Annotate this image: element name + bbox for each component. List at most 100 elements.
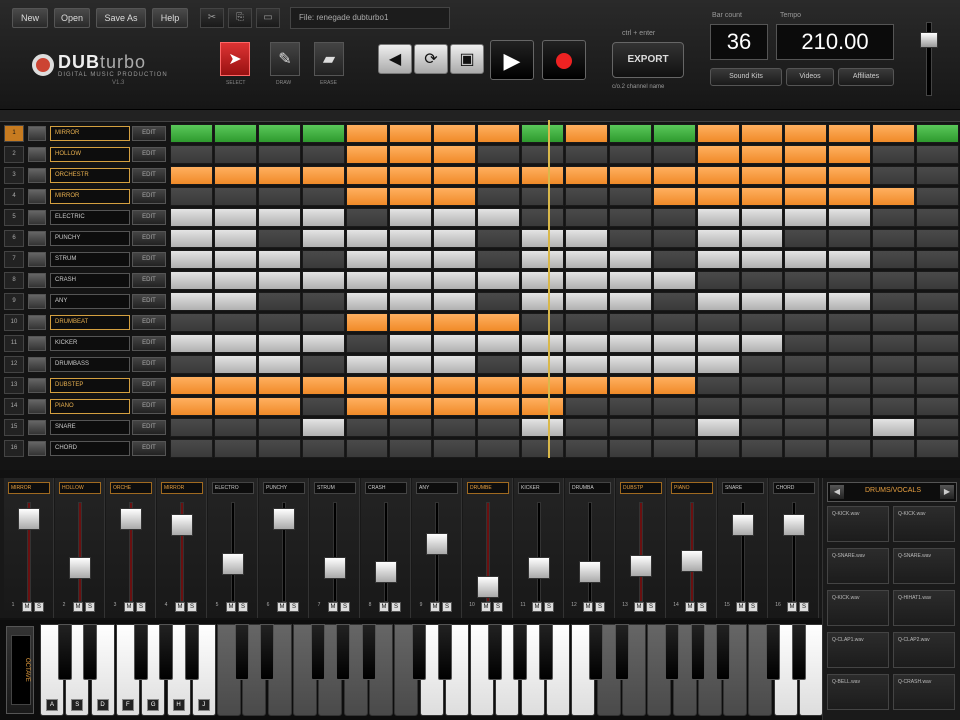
channel-fader[interactable] [477, 576, 499, 599]
pattern-cell[interactable] [872, 187, 916, 206]
track-mute-button[interactable] [28, 168, 46, 183]
pattern-cell[interactable] [477, 124, 521, 143]
pattern-cell[interactable] [389, 313, 433, 332]
pattern-cell[interactable] [170, 145, 213, 164]
prev-category-icon[interactable]: ◀ [830, 485, 844, 499]
pattern-cell[interactable] [652, 334, 696, 353]
master-volume-knob[interactable] [920, 32, 938, 48]
track-edit-button[interactable]: EDIT [132, 252, 166, 267]
channel-solo-button[interactable]: S [289, 602, 299, 612]
pattern-cell[interactable] [608, 124, 652, 143]
pattern-cell[interactable] [477, 439, 521, 458]
channel-solo-button[interactable]: S [340, 602, 350, 612]
pattern-cell[interactable] [740, 355, 784, 374]
pattern-cell[interactable] [301, 439, 345, 458]
pattern-cell[interactable] [696, 292, 740, 311]
channel-fader[interactable] [222, 552, 244, 575]
pattern-cell[interactable] [170, 271, 213, 290]
pattern-cell[interactable] [828, 250, 872, 269]
sample-button[interactable]: Q-CLAP1.wav [827, 632, 889, 668]
channel-mute-button[interactable]: M [175, 602, 185, 612]
pattern-cell[interactable] [213, 271, 257, 290]
pattern-cell[interactable] [740, 376, 784, 395]
pattern-cell[interactable] [828, 208, 872, 227]
track-name[interactable]: CHORD [50, 441, 130, 456]
pattern-cell[interactable] [916, 334, 959, 353]
track-edit-button[interactable]: EDIT [132, 231, 166, 246]
pattern-cell[interactable] [740, 166, 784, 185]
pattern-cell[interactable] [170, 313, 213, 332]
pattern-cell[interactable] [565, 229, 608, 248]
pattern-cell[interactable] [784, 334, 828, 353]
pattern-cell[interactable] [916, 355, 959, 374]
pattern-cell[interactable] [696, 271, 740, 290]
pattern-cell[interactable] [477, 313, 521, 332]
track-name[interactable]: HOLLOW [50, 147, 130, 162]
channel-mute-button[interactable]: M [328, 602, 338, 612]
track-number[interactable]: 9 [4, 293, 24, 310]
pattern-cell[interactable] [257, 208, 301, 227]
pattern-cell[interactable] [389, 124, 433, 143]
videos-button[interactable]: Videos [786, 68, 834, 86]
pattern-cell[interactable] [565, 250, 608, 269]
pattern-cell[interactable] [696, 145, 740, 164]
pattern-cell[interactable] [740, 124, 784, 143]
pattern-cell[interactable] [916, 313, 959, 332]
piano-black-key[interactable] [538, 624, 553, 680]
channel-mute-button[interactable]: M [22, 602, 32, 612]
channel-solo-button[interactable]: S [748, 602, 758, 612]
pattern-cell[interactable] [257, 145, 301, 164]
pattern-cell[interactable] [301, 166, 345, 185]
pattern-cell[interactable] [433, 250, 477, 269]
pattern-cell[interactable] [828, 418, 872, 437]
pattern-cell[interactable] [696, 124, 740, 143]
sample-button[interactable]: Q-SNARE.wav [827, 548, 889, 584]
pattern-cell[interactable] [608, 334, 652, 353]
pattern-cell[interactable] [696, 166, 740, 185]
pattern-cell[interactable] [784, 271, 828, 290]
track-mute-button[interactable] [28, 252, 46, 267]
pattern-cell[interactable] [477, 376, 521, 395]
cut-icon[interactable]: ✂ [200, 8, 224, 28]
pattern-cell[interactable] [784, 292, 828, 311]
play-button[interactable]: ▶ [490, 40, 534, 80]
pattern-cell[interactable] [784, 208, 828, 227]
pattern-cell[interactable] [521, 229, 564, 248]
sample-button[interactable]: Q-KICK.wav [827, 506, 889, 542]
pattern-cell[interactable] [872, 355, 916, 374]
pattern-cell[interactable] [652, 397, 696, 416]
pattern-cell[interactable] [389, 271, 433, 290]
pattern-cell[interactable] [170, 418, 213, 437]
pattern-cell[interactable] [170, 439, 213, 458]
track-number[interactable]: 13 [4, 377, 24, 394]
pattern-cell[interactable] [389, 418, 433, 437]
sample-category-selector[interactable]: ◀ DRUMS/VOCALS ▶ [827, 482, 957, 502]
pattern-cell[interactable] [872, 145, 916, 164]
pattern-cell[interactable] [784, 397, 828, 416]
pattern-cell[interactable] [257, 439, 301, 458]
track-mute-button[interactable] [28, 210, 46, 225]
pattern-cell[interactable] [301, 376, 345, 395]
pattern-cell[interactable] [696, 376, 740, 395]
channel-solo-button[interactable]: S [238, 602, 248, 612]
pattern-cell[interactable] [608, 187, 652, 206]
pattern-cell[interactable] [345, 439, 389, 458]
track-mute-button[interactable] [28, 294, 46, 309]
channel-mute-button[interactable]: M [73, 602, 83, 612]
pattern-cell[interactable] [170, 124, 213, 143]
track-name[interactable]: PIANO [50, 399, 130, 414]
track-name[interactable]: MIRROR [50, 189, 130, 204]
pattern-cell[interactable] [652, 187, 696, 206]
track-name[interactable]: ORCHESTR [50, 168, 130, 183]
pattern-cell[interactable] [608, 229, 652, 248]
track-edit-button[interactable]: EDIT [132, 168, 166, 183]
pattern-cell[interactable] [521, 313, 564, 332]
pattern-cell[interactable] [608, 313, 652, 332]
track-number[interactable]: 11 [4, 335, 24, 352]
open-button[interactable]: Open [54, 8, 90, 28]
pattern-cell[interactable] [916, 187, 959, 206]
pattern-cell[interactable] [257, 229, 301, 248]
track-number[interactable]: 5 [4, 209, 24, 226]
pattern-cell[interactable] [477, 229, 521, 248]
pattern-cell[interactable] [828, 397, 872, 416]
